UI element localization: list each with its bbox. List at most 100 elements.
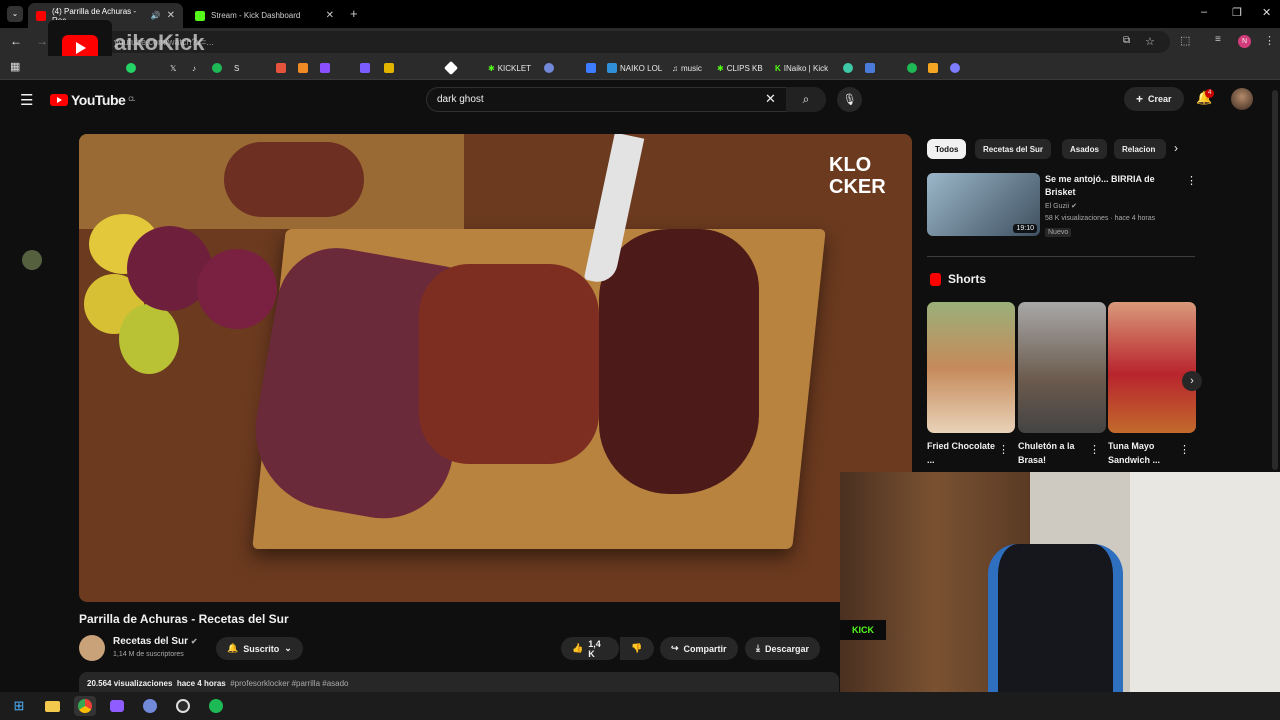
bookmark-tiktok-icon[interactable]: ♪ (192, 60, 196, 76)
bookmark-icon[interactable] (843, 60, 853, 76)
microphone-icon: 🎙 (842, 94, 857, 106)
create-button[interactable]: + Crear (1124, 87, 1184, 111)
bookmark-naiko-lol[interactable]: NAIKO LOL (607, 60, 662, 76)
cast-icon[interactable]: ⧉ (1123, 35, 1130, 46)
more-options-icon[interactable]: ⋮ (1186, 174, 1197, 187)
chrome-icon[interactable] (74, 696, 96, 716)
bookmark-icon[interactable] (907, 60, 917, 76)
close-icon[interactable]: ✕ (167, 10, 175, 21)
url-input[interactable]: youtube.com/watch?v=... (100, 31, 1170, 53)
notification-count-badge: 4 (1205, 89, 1215, 98)
webcam-overlay: KICK (840, 472, 1280, 720)
start-windows-icon[interactable]: ⊞ (8, 696, 30, 716)
minimize-icon[interactable]: – (1201, 6, 1207, 18)
discord-icon[interactable] (139, 696, 161, 716)
recommended-meta: 58 K visualizaciones · hace 4 horas (1045, 215, 1156, 222)
short-title[interactable]: Chuletón a la Brasa! (1018, 439, 1094, 467)
more-options-icon[interactable]: ⋮ (1179, 443, 1190, 456)
obs-icon[interactable] (172, 696, 194, 716)
tab-title: Stream - Kick Dashboard (211, 11, 301, 20)
bookmark-icon[interactable] (586, 60, 596, 76)
tab-kick-dashboard[interactable]: Stream - Kick Dashboard ✕ (187, 3, 342, 28)
short-thumbnail[interactable] (927, 302, 1015, 433)
short-title[interactable]: Fried Chocolate ... (927, 439, 1003, 467)
window-close-icon[interactable]: ✕ (1262, 6, 1271, 19)
spotify-icon[interactable] (205, 696, 227, 716)
channel-avatar[interactable] (79, 635, 105, 661)
stream-overlay-text: aikoKick (114, 30, 205, 55)
youtube-logo[interactable]: YouTube CL (50, 92, 135, 108)
bookmark-clips-kb[interactable]: ✱ CLIPS KB (717, 60, 763, 76)
bookmark-icon[interactable] (320, 60, 330, 76)
chip-recetas-del-sur[interactable]: Recetas del Sur (975, 139, 1052, 159)
watermark-line2: CKER (829, 176, 886, 198)
tab-search-button[interactable]: ⌄ (7, 6, 23, 22)
file-explorer-icon[interactable] (41, 696, 63, 716)
voice-search-button[interactable]: 🎙 (837, 87, 862, 112)
bookmark-whatsapp-icon[interactable] (126, 60, 136, 76)
clear-search-icon[interactable]: ✕ (765, 91, 776, 107)
profile-avatar[interactable]: N (1238, 35, 1251, 48)
chevron-right-icon[interactable]: › (1174, 141, 1178, 155)
bookmark-icon[interactable] (950, 60, 960, 76)
account-avatar[interactable] (1231, 88, 1253, 110)
share-button[interactable]: ↪ Compartir (660, 637, 738, 660)
browser-tab-bar: ⌄ (4) Parrilla de Achuras - Rec 🔊 ✕ Stre… (0, 0, 1280, 28)
recommended-channel[interactable]: El Guzii ✔ (1045, 202, 1077, 210)
chip-relacionados[interactable]: Relacion (1114, 139, 1166, 159)
forward-icon[interactable]: → (36, 34, 48, 48)
maximize-icon[interactable]: ❐ (1232, 6, 1242, 19)
thumbs-down-icon: 👎 (631, 643, 643, 653)
bookmark-icon[interactable] (544, 60, 554, 76)
chip-asados[interactable]: Asados (1062, 139, 1107, 159)
purple-app-icon[interactable] (106, 696, 128, 716)
scrollbar[interactable] (1272, 90, 1278, 470)
share-icon: ↪ (671, 643, 679, 653)
new-tab-icon[interactable]: + (350, 6, 358, 21)
subscriber-count: 1,14 M de suscriptores (113, 651, 184, 658)
bookmark-spotify-icon[interactable] (212, 60, 222, 76)
bookmark-music[interactable]: ♫ music (672, 60, 702, 76)
more-options-icon[interactable]: ⋮ (1089, 443, 1100, 456)
recommended-thumbnail[interactable]: 19:10 (927, 173, 1040, 236)
bookmark-s-icon[interactable]: S (234, 60, 239, 76)
more-options-icon[interactable]: ⋮ (998, 443, 1009, 456)
channel-name[interactable]: Recetas del Sur ✔ (113, 636, 198, 647)
subscribed-button[interactable]: 🔔 Suscrito ⌄ (216, 637, 303, 660)
bookmark-icon[interactable] (298, 60, 308, 76)
bookmark-icon[interactable] (865, 60, 875, 76)
bookmark-icon[interactable] (443, 60, 459, 76)
bell-icon: 🔔 (227, 643, 239, 653)
bookmark-x-icon[interactable]: 𝕏 (170, 60, 176, 76)
chip-todos[interactable]: Todos (927, 139, 967, 159)
bookmark-kicklet[interactable]: ✱ KICKLET (488, 60, 531, 76)
search-button[interactable]: ⌕ (786, 87, 826, 112)
hashtags[interactable]: #profesorklocker #parrilla #asado (230, 679, 348, 688)
shorts-next-icon[interactable]: › (1182, 371, 1202, 391)
media-controls-icon[interactable]: ≡ (1215, 34, 1221, 45)
short-thumbnail[interactable] (1108, 302, 1196, 433)
bookmark-inaiko-kick[interactable]: K INaiko | Kick (775, 60, 828, 76)
extensions-icon[interactable]: ⬚ (1180, 34, 1190, 47)
speaker-icon[interactable]: 🔊 (151, 11, 161, 20)
short-thumbnail[interactable] (1018, 302, 1106, 433)
bookmark-icon[interactable] (384, 60, 394, 76)
close-icon[interactable]: ✕ (326, 10, 334, 21)
logo-region: CL (128, 97, 135, 103)
short-title[interactable]: Tuna Mayo Sandwich ... (1108, 439, 1184, 467)
bookmark-star-icon[interactable]: ☆ (1145, 35, 1155, 48)
bookmark-icon[interactable] (360, 60, 370, 76)
view-count: 20.564 visualizaciones (87, 679, 173, 688)
recommended-title[interactable]: Se me antojó... BIRRIA de Brisket (1045, 173, 1175, 199)
hamburger-menu-icon[interactable]: ☰ (20, 91, 33, 109)
bookmark-icon[interactable] (276, 60, 286, 76)
download-button[interactable]: ⤓ Descargar (745, 637, 821, 660)
sidebar-avatar[interactable] (22, 250, 42, 270)
chrome-menu-icon[interactable]: ⋮ (1264, 34, 1275, 47)
like-button[interactable]: 👍 1,4 K (561, 637, 619, 660)
apps-grid-icon[interactable]: ▦ (10, 60, 20, 73)
back-icon[interactable]: ← (10, 34, 22, 48)
bookmark-icon[interactable] (928, 60, 938, 76)
video-player[interactable]: KLO CKER (79, 134, 912, 602)
dislike-button[interactable]: 👎 (620, 637, 654, 660)
